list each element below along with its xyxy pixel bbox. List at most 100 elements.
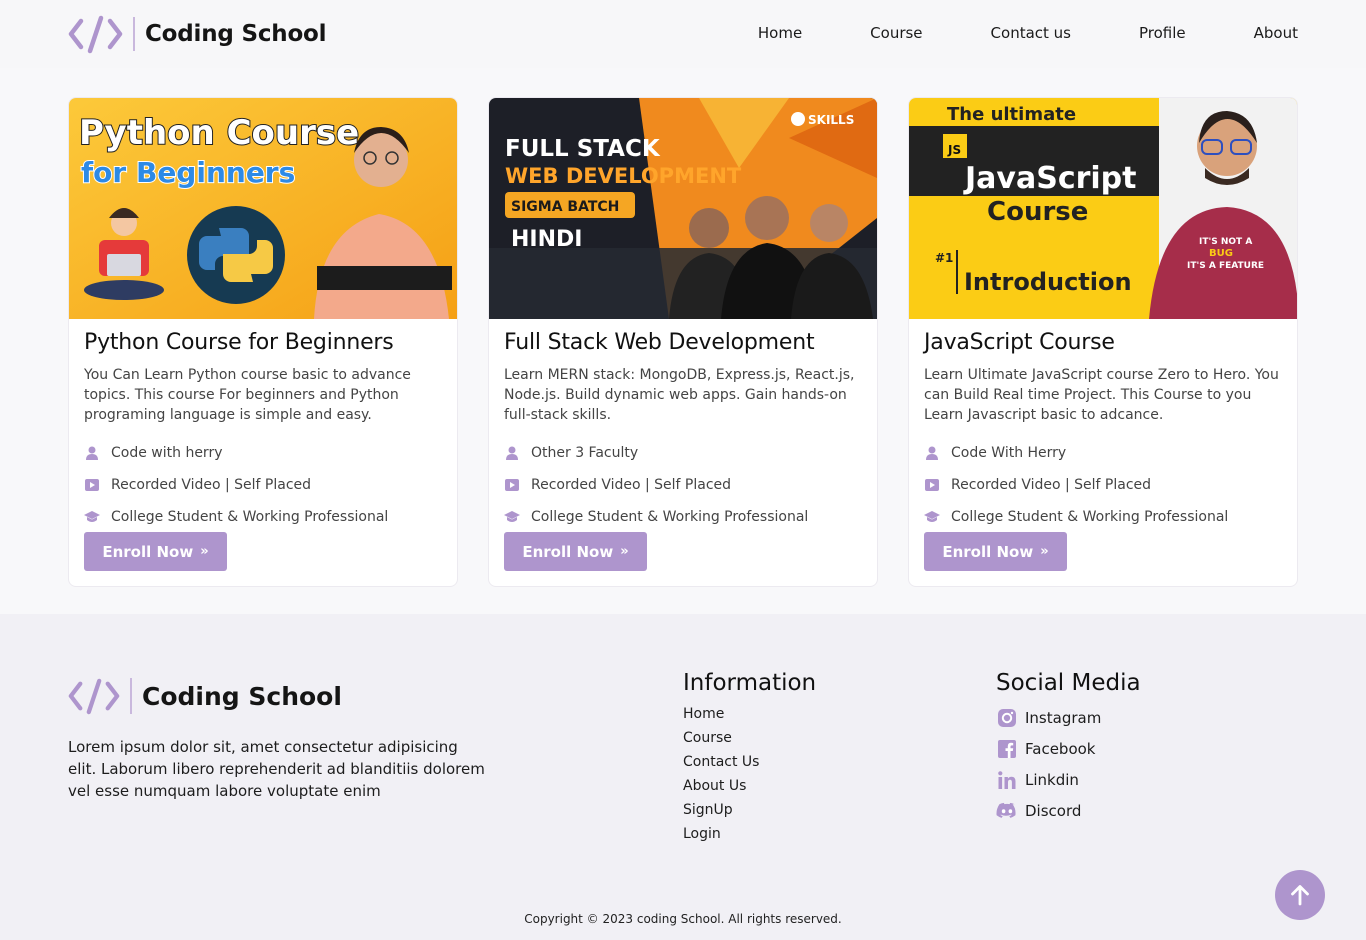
meta-mode: Recorded Video | Self Placed [924,469,1284,501]
svg-text:The ultimate: The ultimate [947,104,1076,125]
enroll-button[interactable]: Enroll Now » [504,532,647,571]
nav-about[interactable]: About [1254,24,1298,42]
nav-course[interactable]: Course [870,24,922,42]
footer: Coding School Lorem ipsum dolor sit, ame… [0,614,1366,940]
svg-text:Introduction: Introduction [964,268,1132,296]
navbar: Coding School Home Course Contact us Pro… [0,0,1366,68]
social-label: Discord [1025,801,1082,820]
footer-brand-name: Coding School [142,681,342,711]
svg-text:for Beginners: for Beginners [81,156,295,189]
course-description: Learn MERN stack: MongoDB, Express.js, R… [504,367,855,423]
meta-audience: College Student & Working Professional [924,501,1284,533]
audience-text: College Student & Working Professional [951,509,1229,525]
course-thumbnail-fullstack[interactable]: FULL STACK WEB DEVELOPMENT SIGMA BATCH H… [489,98,877,319]
enroll-label: Enroll Now [522,542,614,561]
course-body: JavaScript Course Learn Ultimate JavaScr… [924,330,1284,533]
social-link-facebook[interactable]: Facebook [996,733,1141,764]
course-card-python: Python Course for Beginners Python Cours… [68,97,458,587]
footer-social: Social Media Instagram Facebook Linkdin … [996,670,1141,826]
footer-link-signup[interactable]: SignUp [683,798,816,822]
course-thumbnail-javascript[interactable]: The ultimate JS JavaScript Course #1 Int… [909,98,1297,319]
course-description: You Can Learn Python course basic to adv… [84,367,411,423]
course-meta: Code With Herry Recorded Video | Self Pl… [924,437,1284,533]
course-card-fullstack: FULL STACK WEB DEVELOPMENT SIGMA BATCH H… [488,97,878,587]
instructor-text: Other 3 Faculty [531,445,639,461]
scroll-to-top-button[interactable] [1275,870,1325,920]
social-link-instagram[interactable]: Instagram [996,702,1141,733]
svg-text:SIGMA BATCH: SIGMA BATCH [511,199,619,215]
meta-audience: College Student & Working Professional [84,501,444,533]
footer-link-home[interactable]: Home [683,702,816,726]
svg-text:FULL STACK: FULL STACK [505,136,661,162]
course-body: Python Course for Beginners You Can Lear… [84,330,444,533]
enroll-button[interactable]: Enroll Now » [84,532,227,571]
footer-link-login[interactable]: Login [683,822,816,846]
social-heading: Social Media [996,670,1141,696]
enroll-label: Enroll Now [942,542,1034,561]
instagram-icon [996,707,1018,729]
course-card-javascript: The ultimate JS JavaScript Course #1 Int… [908,97,1298,587]
audience-text: College Student & Working Professional [531,509,809,525]
social-link-linkedin[interactable]: Linkdin [996,764,1141,795]
svg-text:SKILLS: SKILLS [808,113,854,127]
social-label: Linkdin [1025,770,1079,789]
graduation-cap-icon [84,509,100,525]
meta-instructor: Code With Herry [924,437,1284,469]
code-brackets-icon [68,15,123,54]
social-label: Facebook [1025,739,1096,758]
arrow-up-icon [1291,885,1309,906]
footer-brand[interactable]: Coding School [68,676,342,716]
video-icon [924,477,940,493]
svg-text:#1: #1 [935,251,953,265]
nav-profile[interactable]: Profile [1139,24,1186,42]
facebook-icon [996,738,1018,760]
footer-about-text: Lorem ipsum dolor sit, amet consectetur … [68,738,485,800]
copyright-text: Copyright © 2023 coding School. All righ… [524,912,842,926]
footer-information: Information Home Course Contact Us About… [683,670,816,846]
double-chevron-right-icon: » [200,544,209,559]
audience-text: College Student & Working Professional [111,509,389,525]
footer-link-course[interactable]: Course [683,726,816,750]
user-icon [924,445,940,461]
double-chevron-right-icon: » [1040,544,1049,559]
nav-contact[interactable]: Contact us [991,24,1071,42]
svg-text:JavaScript: JavaScript [963,161,1137,196]
svg-text:WEB DEVELOPMENT: WEB DEVELOPMENT [505,164,742,188]
user-icon [84,445,100,461]
double-chevron-right-icon: » [620,544,629,559]
linkedin-icon [996,769,1018,791]
footer-link-about[interactable]: About Us [683,774,816,798]
nav-menu: Home Course Contact us Profile About [758,24,1298,42]
meta-instructor: Code with herry [84,437,444,469]
svg-text:BUG: BUG [1209,248,1233,259]
meta-mode: Recorded Video | Self Placed [504,469,864,501]
mode-text: Recorded Video | Self Placed [951,477,1152,493]
svg-text:Python Course: Python Course [79,113,359,153]
course-thumbnail-python[interactable]: Python Course for Beginners [69,98,457,319]
course-description: Learn Ultimate JavaScript course Zero to… [924,367,1279,423]
course-meta: Code with herry Recorded Video | Self Pl… [84,437,444,533]
brand-divider [133,17,135,51]
social-link-discord[interactable]: Discord [996,795,1141,826]
mode-text: Recorded Video | Self Placed [531,477,732,493]
footer-link-contact[interactable]: Contact Us [683,750,816,774]
meta-audience: College Student & Working Professional [504,501,864,533]
graduation-cap-icon [924,509,940,525]
video-icon [504,477,520,493]
svg-text:JS: JS [947,143,961,157]
course-cards: Python Course for Beginners Python Cours… [68,97,1298,587]
svg-text:HINDI: HINDI [511,227,582,252]
svg-text:Course: Course [987,197,1088,227]
course-title: Full Stack Web Development [504,330,815,355]
meta-mode: Recorded Video | Self Placed [84,469,444,501]
enroll-label: Enroll Now [102,542,194,561]
nav-home[interactable]: Home [758,24,802,42]
course-title: Python Course for Beginners [84,330,394,355]
brand-divider [130,678,132,714]
brand-logo[interactable]: Coding School [68,13,327,55]
graduation-cap-icon [504,509,520,525]
instructor-text: Code with herry [111,445,223,461]
enroll-button[interactable]: Enroll Now » [924,532,1067,571]
instructor-text: Code With Herry [951,445,1067,461]
svg-text:IT'S A FEATURE: IT'S A FEATURE [1187,261,1264,271]
